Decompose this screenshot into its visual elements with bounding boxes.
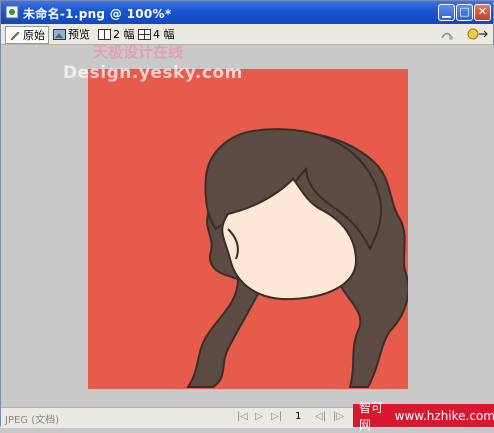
prev-frame-icon[interactable]: ◁| bbox=[315, 411, 326, 422]
first-frame-icon[interactable]: |◁ bbox=[237, 411, 248, 422]
banner-url: www.hzhike.com bbox=[394, 408, 494, 423]
next-frame-icon[interactable]: |▷ bbox=[333, 411, 344, 422]
tab-label: 2 幅 bbox=[113, 28, 135, 41]
tab-original[interactable]: 原始 bbox=[5, 26, 49, 44]
four-up-icon bbox=[138, 28, 151, 40]
watermark-url: Design.yesky.com bbox=[63, 63, 243, 83]
title-bar[interactable]: 未命名-1.png @ 100%* ▁ □ ✕ bbox=[1, 1, 493, 24]
document-canvas[interactable] bbox=[88, 69, 410, 389]
frame-number: 1 bbox=[295, 411, 302, 422]
last-frame-icon[interactable]: ▷| bbox=[271, 411, 282, 422]
girl-hair-illustration bbox=[186, 128, 410, 388]
tab-label: 原始 bbox=[23, 29, 45, 42]
options-menu-icon[interactable] bbox=[467, 27, 489, 41]
site-banner: 智可网 www.hzhike.com bbox=[353, 401, 494, 432]
document-window: 未命名-1.png @ 100%* ▁ □ ✕ 原始 预览 2 幅 4 幅 天极… bbox=[0, 0, 494, 432]
close-button[interactable]: ✕ bbox=[474, 4, 491, 21]
onion-skin-icon[interactable] bbox=[439, 27, 455, 41]
minimize-button[interactable]: ▁ bbox=[438, 4, 455, 21]
play-icon[interactable]: ▷ bbox=[255, 411, 263, 422]
file-format-status: JPEG (文档) bbox=[5, 415, 60, 426]
banner-site-name: 智可网 bbox=[359, 400, 384, 432]
tab-label: 预览 bbox=[68, 28, 90, 41]
two-up-icon bbox=[98, 28, 111, 40]
watermark-chinese: 天极设计在线 bbox=[93, 43, 184, 61]
window-title: 未命名-1.png @ 100%* bbox=[23, 7, 172, 21]
canvas-workspace[interactable] bbox=[1, 45, 494, 407]
tab-preview[interactable]: 预览 bbox=[53, 26, 90, 42]
preview-icon bbox=[53, 28, 66, 40]
tab-label: 4 幅 bbox=[153, 28, 175, 41]
fireworks-app-icon bbox=[5, 5, 19, 19]
view-toolbar: 原始 预览 2 幅 4 幅 bbox=[1, 24, 493, 45]
pencil-icon bbox=[10, 31, 20, 41]
tab-2up[interactable]: 2 幅 bbox=[98, 26, 135, 42]
tab-4up[interactable]: 4 幅 bbox=[138, 26, 175, 42]
maximize-button[interactable]: □ bbox=[456, 4, 473, 21]
